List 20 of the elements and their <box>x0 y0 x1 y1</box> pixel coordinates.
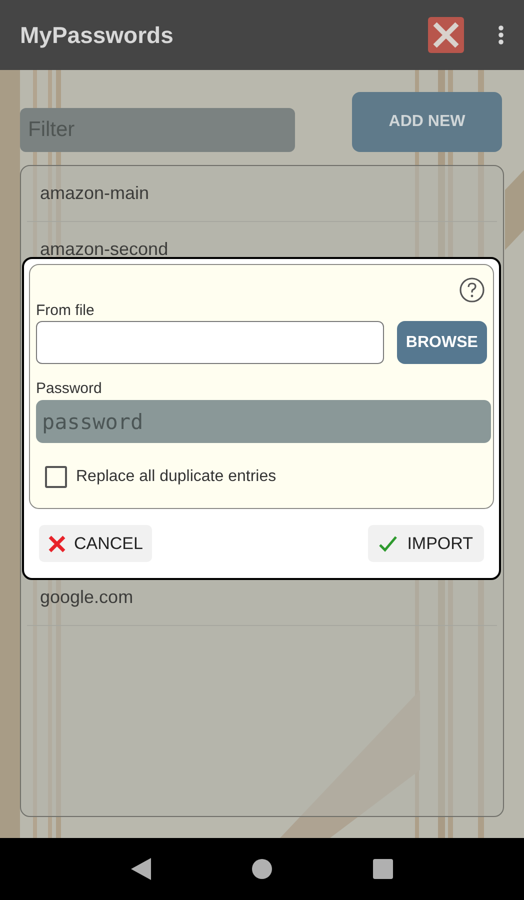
password-field[interactable]: password <box>36 400 491 443</box>
file-path-field[interactable] <box>36 321 384 364</box>
browse-button[interactable]: BROWSE <box>396 321 487 364</box>
more-menu-icon[interactable] <box>498 25 504 45</box>
app-title: MyPasswords <box>20 20 174 50</box>
recents-icon[interactable] <box>373 859 394 879</box>
check-icon <box>379 536 398 552</box>
from-file-label: From file <box>36 303 96 318</box>
cancel-button[interactable]: CANCEL <box>39 525 152 562</box>
add-new-button[interactable]: ADD NEW <box>352 92 502 152</box>
import-button[interactable]: IMPORT <box>368 525 484 562</box>
replace-duplicates-checkbox[interactable] <box>45 466 67 488</box>
close-icon <box>48 534 66 552</box>
help-icon[interactable] <box>459 277 485 303</box>
password-label: Password <box>36 381 103 396</box>
entry-row[interactable]: amazon-main <box>27 166 497 222</box>
close-icon[interactable] <box>428 17 464 53</box>
home-icon[interactable] <box>252 859 272 879</box>
back-icon[interactable] <box>130 858 151 880</box>
replace-duplicates-label: Replace all duplicate entries <box>76 467 276 487</box>
